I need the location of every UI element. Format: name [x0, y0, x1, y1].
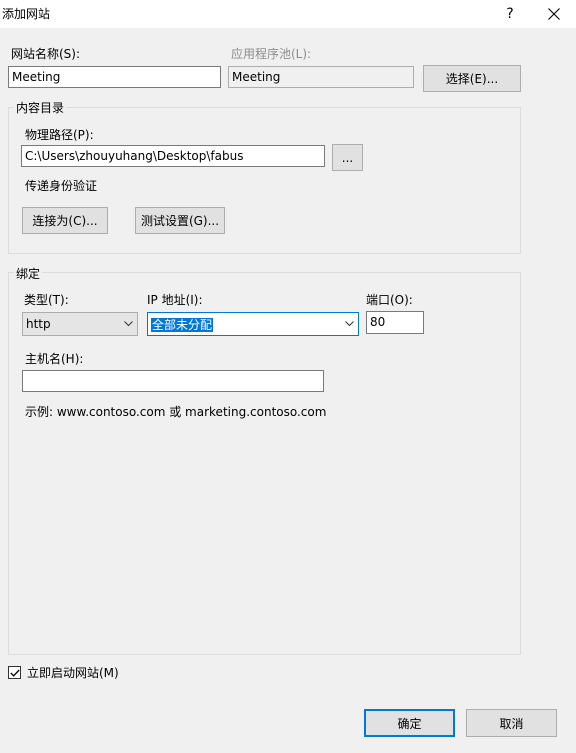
site-name-label: 网站名称(S):: [11, 47, 81, 61]
host-name-label: 主机名(H):: [25, 352, 84, 366]
site-name-input[interactable]: Meeting: [8, 66, 221, 88]
ip-address-label: IP 地址(I):: [147, 293, 203, 307]
type-value: http: [26, 317, 51, 331]
close-button[interactable]: [532, 0, 576, 28]
select-pool-button[interactable]: 选择(E)...: [423, 65, 521, 92]
ip-address-select[interactable]: 全部未分配: [147, 312, 359, 336]
checkbox-box[interactable]: [8, 666, 21, 679]
physical-path-input[interactable]: C:\Users\zhouyuhang\Desktop\fabus: [21, 145, 325, 167]
port-label: 端口(O):: [366, 293, 413, 307]
close-icon: [548, 8, 560, 20]
connect-as-button[interactable]: 连接为(C)...: [22, 207, 108, 234]
pass-through-auth-label: 传递身份验证: [25, 179, 98, 193]
port-input[interactable]: 80: [366, 311, 424, 334]
check-icon: [9, 669, 20, 677]
type-select[interactable]: http: [22, 312, 138, 336]
physical-path-label: 物理路径(P):: [25, 128, 94, 142]
start-website-label: 立即启动网站(M): [27, 666, 119, 680]
app-pool-field: Meeting: [228, 66, 414, 88]
browse-button[interactable]: ...: [332, 144, 363, 171]
host-name-input[interactable]: [22, 370, 324, 392]
start-website-checkbox[interactable]: 立即启动网站(M): [8, 664, 119, 681]
test-settings-button[interactable]: 测试设置(G)...: [135, 207, 225, 234]
app-pool-label: 应用程序池(L):: [231, 47, 312, 61]
binding-title: 绑定: [14, 265, 43, 282]
type-label: 类型(T):: [24, 293, 69, 307]
host-example-text: 示例: www.contoso.com 或 marketing.contoso.…: [25, 405, 327, 419]
window-title: 添加网站: [2, 7, 51, 21]
ip-address-value: 全部未分配: [151, 317, 214, 332]
ok-button[interactable]: 确定: [364, 709, 455, 737]
content-directory-title: 内容目录: [14, 99, 67, 116]
cancel-button[interactable]: 取消: [466, 709, 557, 737]
chevron-down-icon: [119, 321, 137, 327]
chevron-down-icon: [340, 321, 358, 327]
help-button[interactable]: ?: [488, 0, 532, 28]
title-bar: 添加网站 ?: [0, 0, 576, 28]
